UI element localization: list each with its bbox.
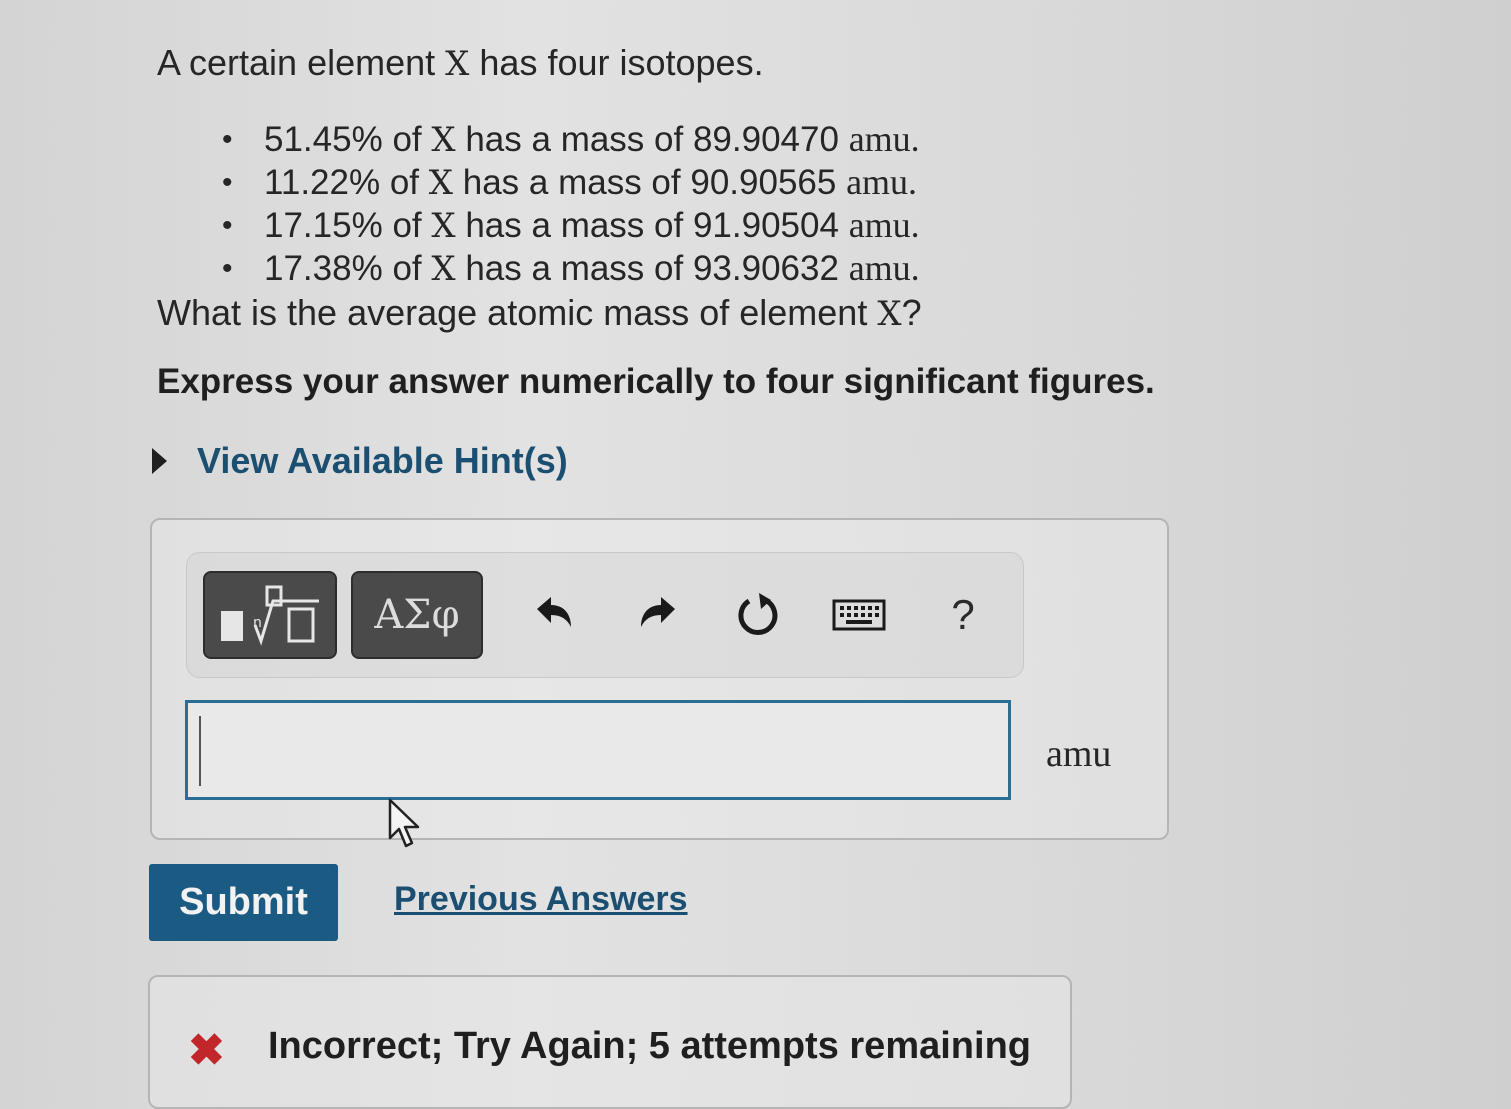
keyboard-button[interactable] xyxy=(829,583,889,647)
element-symbol: X xyxy=(428,163,453,203)
answer-panel: n ΑΣφ ? amu xyxy=(150,518,1169,840)
isotope-percent: 17.15% xyxy=(264,206,383,245)
math-toolbar: n ΑΣφ ? xyxy=(186,552,1024,678)
help-button[interactable]: ? xyxy=(933,583,993,647)
answer-instruction: Express your answer numerically to four … xyxy=(157,362,1155,401)
isotope-mass: 90.90565 xyxy=(690,163,837,202)
isotope-percent: 51.45% xyxy=(264,120,383,159)
previous-answers-link[interactable]: Previous Answers xyxy=(394,880,688,919)
intro-post: has four isotopes. xyxy=(479,42,764,83)
view-hints-label: View Available Hint(s) xyxy=(197,440,568,481)
intro-pre: A certain element xyxy=(157,42,436,83)
feedback-panel: ✖ Incorrect; Try Again; 5 attempts remai… xyxy=(148,975,1072,1109)
mass-unit: amu. xyxy=(846,162,918,202)
of-text: of xyxy=(392,206,422,245)
element-symbol: X xyxy=(445,44,470,84)
isotope-percent: 17.38% xyxy=(264,249,383,288)
mass-unit: amu. xyxy=(848,248,920,288)
has-mass-text: has a mass of xyxy=(465,120,684,159)
has-mass-text: has a mass of xyxy=(465,206,684,245)
of-text: of xyxy=(392,249,422,288)
isotope-list: 51.45% of X has a mass of 89.90470 amu. … xyxy=(222,118,920,290)
question-prompt: What is the average atomic mass of eleme… xyxy=(157,292,922,334)
reset-icon xyxy=(738,593,778,635)
template-icon: n xyxy=(221,585,319,646)
caret-right-icon xyxy=(152,448,167,474)
of-text: of xyxy=(392,120,422,159)
prompt-post: ? xyxy=(901,292,922,333)
element-symbol: X xyxy=(431,249,456,289)
text-caret xyxy=(199,716,201,786)
answer-input[interactable] xyxy=(185,700,1011,800)
mouse-pointer-icon xyxy=(388,798,420,848)
isotope-item: 17.38% of X has a mass of 93.90632 amu. xyxy=(222,247,920,290)
redo-button[interactable] xyxy=(627,583,687,647)
isotope-percent: 11.22% xyxy=(264,163,381,202)
greek-symbols-button[interactable]: ΑΣφ xyxy=(351,571,483,659)
redo-icon xyxy=(641,597,675,627)
templates-button[interactable]: n xyxy=(203,571,337,659)
view-hints-toggle[interactable]: View Available Hint(s) xyxy=(152,440,568,482)
element-symbol: X xyxy=(431,206,456,246)
mass-unit: amu. xyxy=(848,205,920,245)
isotope-mass: 91.90504 xyxy=(692,206,839,245)
isotope-mass: 93.90632 xyxy=(692,249,839,288)
isotope-mass: 89.90470 xyxy=(692,120,839,159)
has-mass-text: has a mass of xyxy=(462,163,681,202)
help-icon: ? xyxy=(951,591,975,638)
answer-unit-label: amu xyxy=(1046,733,1112,775)
undo-button[interactable] xyxy=(525,583,585,647)
feedback-message: Incorrect; Try Again; 5 attempts remaini… xyxy=(268,1025,1031,1067)
has-mass-text: has a mass of xyxy=(465,249,684,288)
prompt-pre: What is the average atomic mass of eleme… xyxy=(157,292,868,333)
keyboard-icon xyxy=(832,599,886,631)
mass-unit: amu. xyxy=(848,119,920,159)
element-symbol: X xyxy=(431,120,456,160)
isotope-item: 17.15% of X has a mass of 91.90504 amu. xyxy=(222,204,920,247)
submit-button[interactable]: Submit xyxy=(149,864,338,941)
x-mark-icon: ✖ xyxy=(188,1026,225,1075)
question-intro: A certain element X has four isotopes. xyxy=(157,42,764,84)
undo-icon xyxy=(537,597,571,627)
isotope-item: 51.45% of X has a mass of 89.90470 amu. xyxy=(222,118,920,161)
svg-text:n: n xyxy=(253,615,262,631)
isotope-item: 11.22% of X has a mass of 90.90565 amu. xyxy=(222,161,920,204)
element-symbol: X xyxy=(877,294,902,334)
of-text: of xyxy=(389,163,420,202)
reset-button[interactable] xyxy=(729,583,789,647)
